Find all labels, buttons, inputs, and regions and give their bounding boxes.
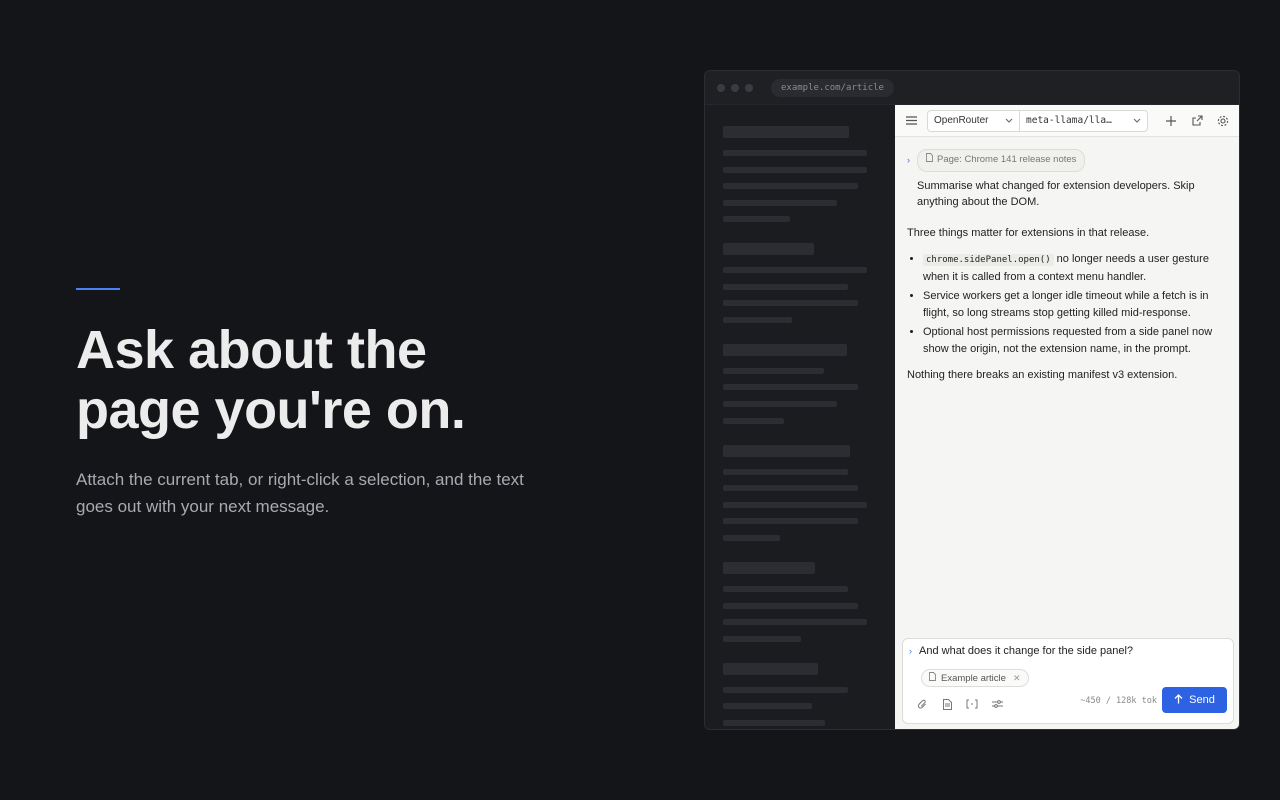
skeleton-line <box>723 619 867 625</box>
assistant-intro: Three things matter for extensions in th… <box>907 226 1150 239</box>
plus-icon[interactable] <box>1161 111 1181 131</box>
paperclip-icon[interactable] <box>913 695 931 713</box>
side-panel: OpenRouter meta-llama/lla… › Page: Chrom… <box>895 105 1239 729</box>
skeleton-line <box>723 720 825 726</box>
send-label: Send <box>1189 694 1215 706</box>
composer-tools <box>913 695 1006 713</box>
skeleton-line <box>723 384 858 390</box>
token-counter: ~450 / 128k tok <box>1080 696 1157 706</box>
user-turn-marker-icon: › <box>907 155 910 165</box>
composer: › And what does it change for the side p… <box>902 638 1234 724</box>
assistant-bullets: chrome.sidePanel.open() no longer needs … <box>907 251 1227 357</box>
attach-page-icon[interactable] <box>938 695 956 713</box>
document-icon <box>929 672 936 684</box>
message-input-value: And what does it change for the side pan… <box>919 645 1134 657</box>
url-bar[interactable]: example.com/article <box>771 78 894 97</box>
skeleton-line <box>723 300 858 306</box>
skeleton-line <box>723 183 858 189</box>
skeleton-line <box>723 586 848 592</box>
provider-select[interactable]: OpenRouter <box>927 109 1020 132</box>
skeleton-line <box>723 216 790 222</box>
gear-icon[interactable] <box>1213 111 1233 131</box>
browser-window: example.com/article OpenRouter meta-llam… <box>704 70 1240 730</box>
send-button[interactable]: Send <box>1162 687 1227 713</box>
message-list: › Page: Chrome 141 release notes Summari… <box>895 137 1239 384</box>
skeleton-line <box>723 150 867 156</box>
skeleton-line <box>723 469 848 475</box>
assistant-outro: Nothing there breaks an existing manifes… <box>907 369 1178 381</box>
sliders-icon[interactable] <box>988 695 1006 713</box>
panel-toolbar: OpenRouter meta-llama/lla… <box>895 105 1239 137</box>
skeleton-line <box>723 687 848 693</box>
attachment-chip[interactable]: Example article ✕ <box>921 669 1029 687</box>
skeleton-line <box>723 502 867 508</box>
assistant-message: Three things matter for extensions in th… <box>907 225 1227 384</box>
page-context-label: Page: Chrome 141 release notes <box>937 154 1077 165</box>
document-icon <box>926 152 933 169</box>
hero-description: Attach the current tab, or right-click a… <box>76 470 524 516</box>
attachment-label: Example article <box>941 672 1006 684</box>
page-context-row: › Page: Chrome 141 release notes <box>907 149 1227 172</box>
skeleton-line <box>723 401 837 407</box>
skeleton-line <box>723 636 801 642</box>
accent-line <box>76 288 120 290</box>
hero-section: Ask about the page you're on. Attach the… <box>76 288 536 520</box>
hero-title-line-2: page you're on. <box>76 380 466 440</box>
input-marker-icon: › <box>909 646 912 656</box>
article-page-skeleton <box>705 105 895 729</box>
window-minimize-dot[interactable] <box>731 83 739 92</box>
page-context-chip[interactable]: Page: Chrome 141 release notes <box>917 149 1086 172</box>
model-select[interactable]: meta-llama/lla… <box>1020 109 1148 132</box>
menu-icon[interactable] <box>901 111 921 131</box>
remove-attachment-icon[interactable]: ✕ <box>1013 673 1021 684</box>
skeleton-heading <box>723 562 815 574</box>
list-item: Optional host permissions requested from… <box>923 324 1227 357</box>
browser-titlebar: example.com/article <box>705 71 1239 105</box>
skeleton-line <box>723 267 867 273</box>
chevron-down-icon <box>1133 116 1141 125</box>
model-value: meta-llama/lla… <box>1026 115 1112 126</box>
skeleton-heading <box>723 663 818 675</box>
external-link-icon[interactable] <box>1187 111 1207 131</box>
skeleton-line <box>723 485 858 491</box>
skeleton-line <box>723 535 780 541</box>
inline-code: chrome.sidePanel.open() <box>923 254 1054 266</box>
arrow-up-icon <box>1174 693 1183 707</box>
skeleton-line <box>723 368 824 374</box>
window-close-dot[interactable] <box>717 83 725 92</box>
skeleton-line <box>723 284 848 290</box>
skeleton-heading <box>723 126 849 138</box>
skeleton-line <box>723 603 858 609</box>
chevron-down-icon <box>1005 116 1013 125</box>
message-input[interactable]: › And what does it change for the side p… <box>909 645 1227 657</box>
skeleton-line <box>723 167 867 173</box>
hero-title-line-1: Ask about the <box>76 320 427 380</box>
skeleton-heading <box>723 445 850 457</box>
skeleton-heading <box>723 243 814 255</box>
skeleton-line <box>723 200 837 206</box>
window-maximize-dot[interactable] <box>745 83 753 92</box>
skeleton-line <box>723 418 784 424</box>
list-item: Service workers get a longer idle timeou… <box>923 288 1227 321</box>
skeleton-heading <box>723 344 847 356</box>
hero-title: Ask about the page you're on. <box>76 320 536 440</box>
skeleton-line <box>723 317 792 323</box>
skeleton-line <box>723 703 812 709</box>
list-item: chrome.sidePanel.open() no longer needs … <box>923 251 1227 285</box>
provider-value: OpenRouter <box>934 115 989 126</box>
user-message: Summarise what changed for extension dev… <box>917 179 1195 209</box>
selection-icon[interactable] <box>963 695 981 713</box>
skeleton-line <box>723 518 858 524</box>
